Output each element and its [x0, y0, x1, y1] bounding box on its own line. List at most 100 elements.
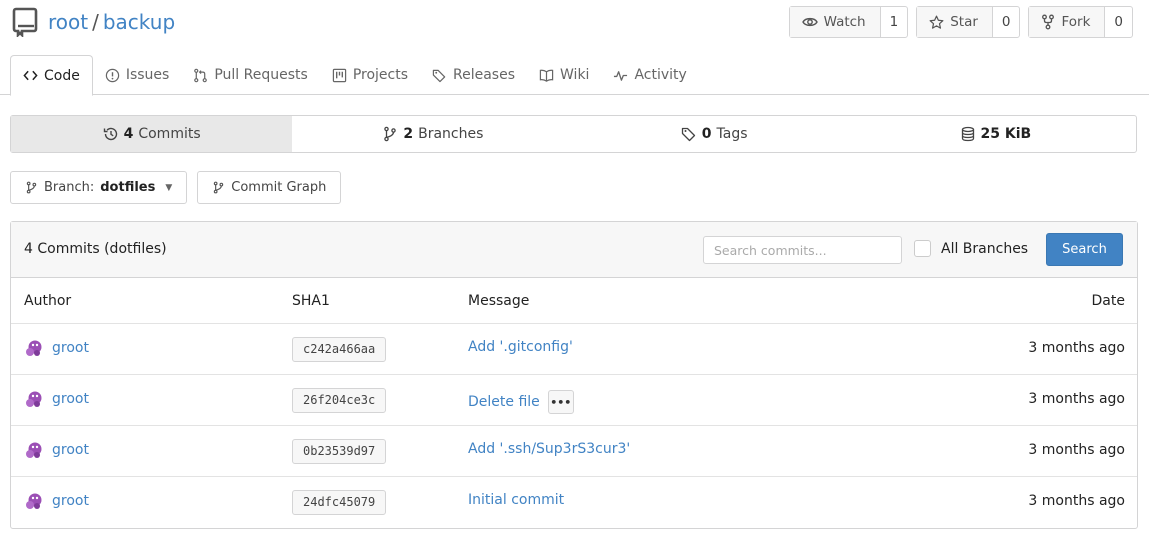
search-commits-input[interactable]	[703, 236, 902, 264]
commit-date: 3 months ago	[1028, 391, 1125, 407]
star-button[interactable]: Star	[917, 7, 993, 37]
branch-selector-button[interactable]: Branch: dotfiles ▼	[10, 171, 188, 204]
repo-tabs: Code Issues Pull Requests Projects Relea…	[0, 55, 1149, 96]
star-count[interactable]: 0	[993, 7, 1020, 37]
author-link[interactable]: groot	[52, 493, 89, 509]
tab-code[interactable]: Code	[10, 55, 93, 96]
all-branches-label: All Branches	[941, 240, 1029, 257]
commit-author: groot	[24, 389, 89, 409]
chevron-down-icon: ▼	[165, 182, 173, 193]
fork-button-group: Fork 0	[1028, 6, 1133, 38]
branch-icon	[214, 181, 224, 194]
repo-stats-bar: 4 Commits 2 Branches 0 Tags 25 KiB	[10, 115, 1137, 153]
table-row: groot 0b23539d97 Add '.ssh/Sup3rS3cur3' …	[11, 426, 1137, 477]
project-board-icon	[332, 68, 347, 82]
column-sha1: SHA1	[292, 293, 330, 309]
eye-icon	[801, 17, 818, 27]
repo-name-link[interactable]: backup	[103, 10, 175, 34]
commit-graph-button[interactable]: Commit Graph	[197, 171, 342, 204]
tab-activity[interactable]: Activity	[601, 55, 698, 95]
commit-message-link[interactable]: Add '.ssh/Sup3rS3cur3'	[468, 441, 630, 457]
stat-branches[interactable]: 2 Branches	[292, 116, 573, 152]
tab-code-label: Code	[44, 67, 80, 84]
avatar	[26, 442, 42, 458]
sha-label[interactable]: 0b23539d97	[292, 439, 387, 464]
tab-issues[interactable]: Issues	[93, 55, 182, 95]
branch-prefix: Branch:	[44, 180, 95, 195]
table-row: groot 24dfc45079 Initial commit 3 months…	[11, 477, 1137, 528]
avatar	[26, 391, 42, 407]
code-icon	[23, 70, 38, 81]
column-message: Message	[468, 293, 530, 309]
book-icon	[539, 69, 554, 82]
branch-icon	[384, 126, 397, 142]
column-author: Author	[24, 293, 72, 309]
sha-label[interactable]: c242a466aa	[292, 337, 387, 362]
author-link[interactable]: groot	[52, 391, 89, 407]
sha-label[interactable]: 26f204ce3c	[292, 388, 387, 413]
tab-pull-requests[interactable]: Pull Requests	[181, 55, 319, 95]
watch-button[interactable]: Watch	[789, 7, 881, 37]
column-date: Date	[1091, 293, 1125, 309]
star-button-group: Star 0	[916, 6, 1021, 38]
commit-message: Initial commit	[468, 492, 564, 508]
tab-wiki[interactable]: Wiki	[527, 55, 601, 95]
branches-count: 2	[403, 126, 414, 142]
watch-label: Watch	[823, 14, 866, 30]
tab-wiki-label: Wiki	[560, 67, 590, 83]
pulse-icon	[614, 70, 628, 81]
commit-date: 3 months ago	[1028, 442, 1125, 458]
all-branches-checkbox[interactable]	[914, 240, 931, 257]
repo-title-separator: /	[92, 10, 99, 34]
commit-message: Add '.gitconfig'	[468, 339, 573, 355]
fork-label: Fork	[1061, 14, 1091, 30]
tab-activity-label: Activity	[634, 67, 687, 83]
stat-tags[interactable]: 0 Tags	[574, 116, 855, 152]
table-column-headers: Author SHA1 Message Date	[11, 278, 1137, 324]
fork-count[interactable]: 0	[1105, 7, 1132, 37]
branch-icon	[26, 181, 37, 194]
avatar	[26, 340, 42, 356]
commit-sha[interactable]: c242a466aa	[292, 337, 387, 362]
stat-commits[interactable]: 4 Commits	[11, 116, 293, 152]
fork-button[interactable]: Fork	[1029, 7, 1106, 37]
commit-author: groot	[24, 440, 89, 460]
repo-owner-link[interactable]: root	[48, 10, 88, 34]
repo-icon	[12, 7, 38, 37]
table-row: groot c242a466aa Add '.gitconfig' 3 mont…	[11, 324, 1137, 375]
tab-releases[interactable]: Releases	[420, 55, 527, 95]
commit-message: Add '.ssh/Sup3rS3cur3'	[468, 441, 630, 457]
repo-size: 25 KiB	[980, 126, 1032, 142]
tags-count: 0	[701, 126, 712, 142]
author-link[interactable]: groot	[52, 340, 89, 356]
star-icon	[929, 15, 944, 29]
tab-projects[interactable]: Projects	[320, 55, 420, 95]
commit-graph-label: Commit Graph	[231, 180, 327, 195]
watch-count[interactable]: 1	[881, 7, 908, 37]
commit-message: Delete file •••	[468, 390, 574, 414]
commit-date: 3 months ago	[1028, 493, 1125, 509]
all-branches-toggle[interactable]: All Branches	[914, 240, 1028, 257]
commit-sha[interactable]: 0b23539d97	[292, 439, 387, 464]
tags-label: Tags	[716, 126, 748, 142]
commit-message-link[interactable]: Add '.gitconfig'	[468, 339, 573, 355]
commit-sha[interactable]: 26f204ce3c	[292, 388, 387, 413]
commit-toolbar: Branch: dotfiles ▼ Commit Graph	[10, 171, 342, 204]
expand-message-button[interactable]: •••	[547, 390, 574, 414]
watch-button-group: Watch 1	[788, 6, 909, 38]
author-link[interactable]: groot	[52, 442, 89, 458]
repo-action-buttons: Watch 1 Star 0 Fork 0	[788, 6, 1133, 38]
star-label: Star	[950, 14, 978, 30]
commit-sha[interactable]: 24dfc45079	[292, 490, 387, 515]
repo-title: root / backup	[48, 10, 175, 34]
commit-author: groot	[24, 338, 89, 358]
tab-projects-label: Projects	[352, 67, 409, 83]
pull-request-icon	[194, 68, 208, 82]
tag-icon	[432, 69, 446, 82]
commit-message-link[interactable]: Delete file	[468, 394, 540, 410]
search-button[interactable]: Search	[1046, 233, 1123, 266]
branches-label: Branches	[418, 126, 484, 142]
commit-message-link[interactable]: Initial commit	[468, 492, 564, 508]
avatar	[26, 493, 42, 509]
sha-label[interactable]: 24dfc45079	[292, 490, 387, 515]
